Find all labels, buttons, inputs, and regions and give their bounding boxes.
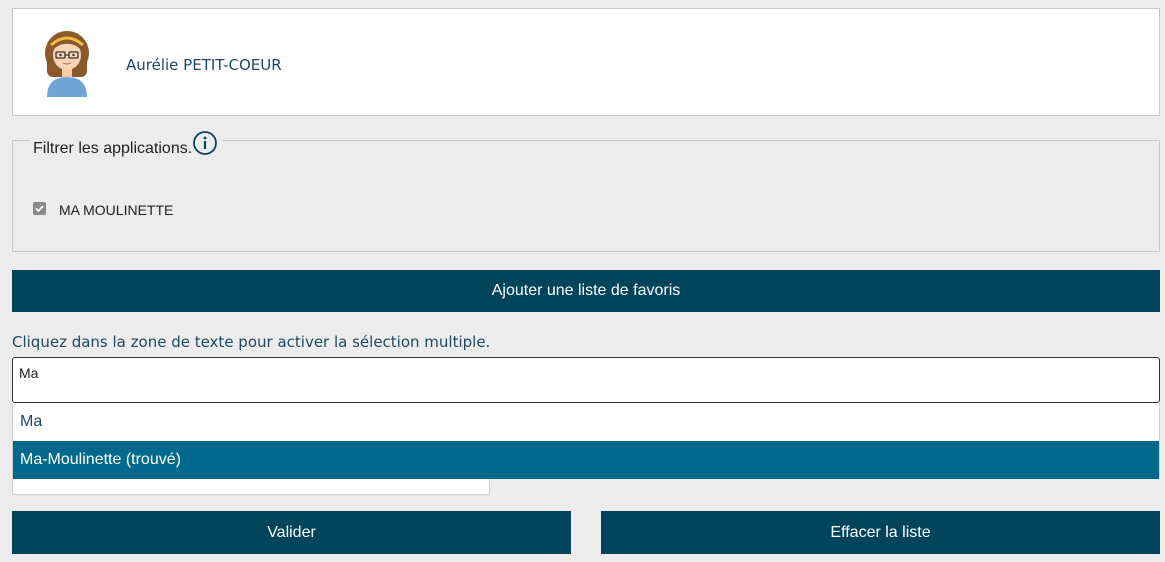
avatar — [41, 27, 93, 97]
info-icon[interactable] — [192, 130, 218, 156]
search-input-value: Ma — [19, 365, 39, 381]
dropdown-option[interactable]: Ma — [13, 403, 1159, 441]
autocomplete-dropdown: Ma Ma-Moulinette (trouvé) — [12, 403, 1160, 479]
profile-card: Aurélie PETIT-COEUR — [12, 8, 1160, 116]
clear-list-button[interactable]: Effacer la liste — [601, 511, 1160, 554]
multi-select-hint: Cliquez dans la zone de texte pour activ… — [12, 333, 491, 351]
ma-moulinette-checkbox[interactable] — [33, 202, 46, 215]
ma-moulinette-label[interactable]: MA MOULINETTE — [59, 202, 173, 218]
filter-legend: Filtrer les applications. — [30, 131, 223, 164]
user-name: Aurélie PETIT-COEUR — [126, 56, 282, 74]
add-favorites-list-button[interactable]: Ajouter une liste de favoris — [12, 270, 1160, 312]
checkmark-icon — [35, 205, 44, 213]
validate-button[interactable]: Valider — [12, 511, 571, 554]
search-input[interactable]: Ma — [12, 357, 1160, 403]
filter-legend-text: Filtrer les applications. — [33, 140, 193, 157]
dropdown-option-active[interactable]: Ma-Moulinette (trouvé) — [13, 441, 1159, 479]
girl-avatar-icon — [45, 31, 89, 97]
